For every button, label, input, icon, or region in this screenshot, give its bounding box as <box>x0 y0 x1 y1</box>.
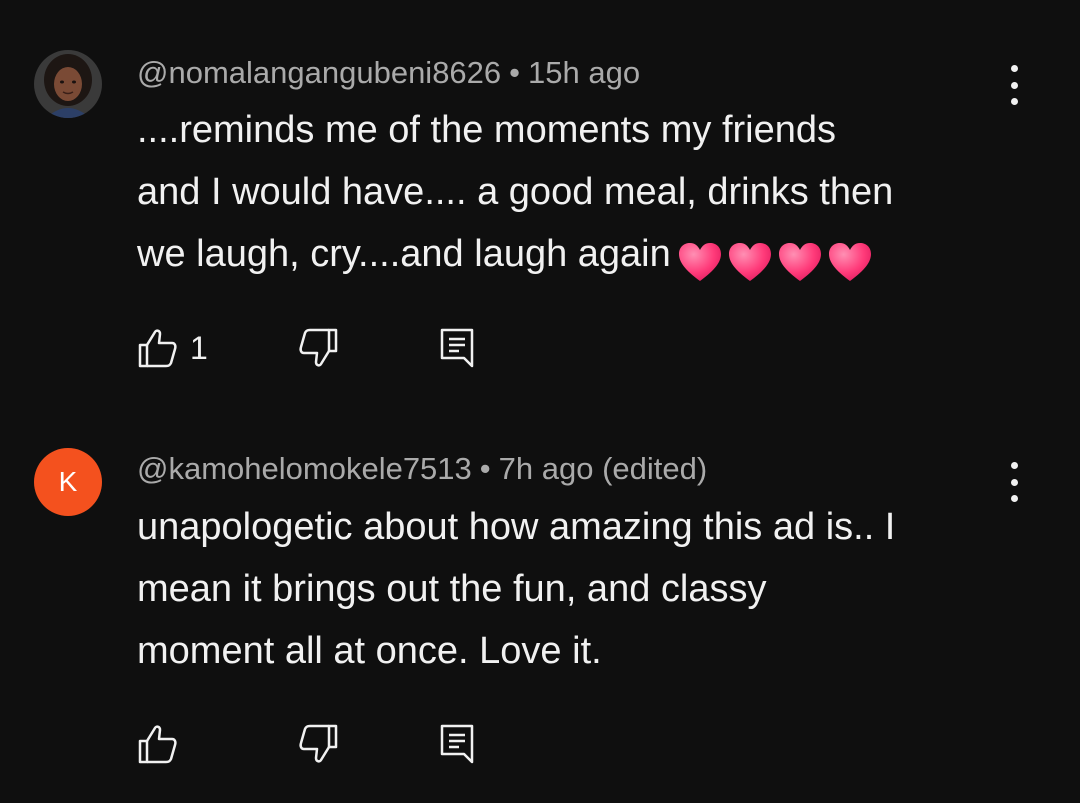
comment-meta: @nomalangangubeni8626 • 15h ago <box>137 55 640 91</box>
like-button[interactable] <box>136 722 180 766</box>
meta-separator: • <box>509 55 521 90</box>
avatar[interactable]: K <box>34 448 102 516</box>
avatar[interactable] <box>34 50 102 118</box>
comment-body: ....reminds me of the moments my friends… <box>137 99 1017 291</box>
heart-emojis <box>677 229 877 291</box>
comment-item: @nomalangangubeni8626 • 15h ago ....remind… <box>0 0 1080 400</box>
like-count: 1 <box>190 329 208 366</box>
reply-button[interactable] <box>436 326 480 370</box>
heart-icon <box>778 242 821 281</box>
thumbs-up-icon <box>138 725 177 764</box>
reply-icon <box>440 724 474 764</box>
dislike-button[interactable] <box>296 326 340 370</box>
reply-icon <box>440 328 474 368</box>
author-name[interactable]: @nomalangangubeni8626 <box>137 55 501 90</box>
comment-item: K @kamohelomokele7513 • 7h ago (edited) un… <box>0 400 1080 803</box>
heart-icon <box>728 242 771 281</box>
heart-icon <box>828 242 871 281</box>
avatar-letter: K <box>58 466 78 497</box>
comment-actions <box>136 722 496 766</box>
author-name[interactable]: @kamohelomokele7513 <box>137 451 472 486</box>
dislike-button[interactable] <box>296 722 340 766</box>
comment-text: unapologetic about how amazing this ad i… <box>137 506 896 672</box>
thumbs-down-icon <box>299 328 338 367</box>
like-button[interactable]: 1 <box>136 326 208 370</box>
avatar-photo <box>34 50 102 118</box>
comment-meta: @kamohelomokele7513 • 7h ago (edited) <box>137 451 707 487</box>
timestamp: 7h ago (edited) <box>498 451 708 486</box>
heart-icon <box>678 242 721 281</box>
meta-separator: • <box>479 451 491 486</box>
comment-actions: 1 <box>136 326 496 370</box>
timestamp: 15h ago <box>528 55 641 90</box>
thumbs-down-icon <box>299 724 338 763</box>
reply-button[interactable] <box>436 722 480 766</box>
thumbs-up-icon <box>138 329 177 368</box>
comment-body: unapologetic about how amazing this ad i… <box>137 496 1017 682</box>
